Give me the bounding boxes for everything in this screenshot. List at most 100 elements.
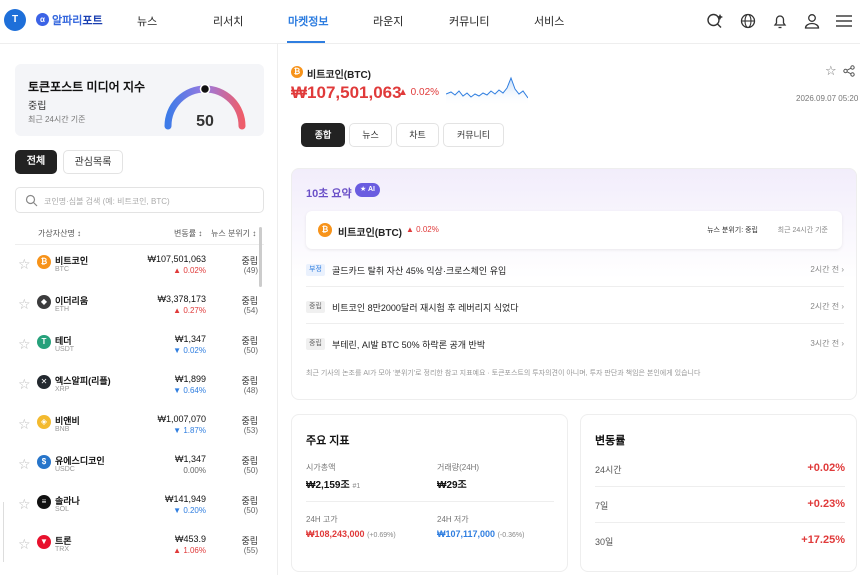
coin-change: ▲ 1.06% <box>173 546 206 555</box>
high-pct: (+0.69%) <box>367 532 396 539</box>
metrics-title: 주요 지표 <box>306 435 350 447</box>
coin-change: ▼ 0.20% <box>173 506 206 515</box>
volatility-row: 24시간 +0.02% <box>595 451 845 487</box>
coin-change: ▼ 0.64% <box>173 386 206 395</box>
coin-change: ▼ 1.87% <box>173 426 206 435</box>
coin-sidebar: 토큰포스트 미디어 지수 중립 최근 24시간 기준 50 전체 관심목록 코인… <box>0 44 278 575</box>
price-sparkline <box>446 76 528 106</box>
watch-star-icon[interactable]: ☆ <box>18 416 31 433</box>
media-index-status: 중립 <box>28 101 47 112</box>
coin-price: ₩107,501,063 <box>147 254 206 264</box>
globe-icon[interactable] <box>738 11 758 31</box>
col-asset[interactable]: 가상자산명 ↕ <box>38 228 81 239</box>
ai-updated: 최근 24시간 기준 <box>777 227 828 234</box>
star-icon[interactable]: ☆ <box>825 63 837 79</box>
news-item[interactable]: 부정 골드카드 탈취 자산 45% 익상·크로스체인 유입 2시간 전 › <box>306 253 844 287</box>
search-icon <box>25 194 38 207</box>
alpha-report-link[interactable]: 알파리포트 <box>52 12 103 28</box>
key-metrics-panel: 주요 지표 시가총액 ₩2,159조 #1 거래량(24H) ₩29조 24H … <box>291 414 568 572</box>
news-tag: 중립 <box>306 338 325 350</box>
coin-row[interactable]: ☆ ✕ 엑스알피(리플) XRP ₩1,899 ▼ 0.64% 중립 (48) <box>0 367 270 407</box>
coin-icon: ✕ <box>37 375 51 389</box>
coin-symbol: TRX <box>55 546 69 553</box>
nav-market[interactable]: 마켓정보 <box>288 13 328 29</box>
volatility-value: +0.23% <box>807 498 845 510</box>
search-ai-icon[interactable] <box>705 11 725 31</box>
volatility-period: 7일 <box>595 501 609 511</box>
watch-star-icon[interactable]: ☆ <box>18 376 31 393</box>
news-tag: 중립 <box>306 301 325 313</box>
tab-all[interactable]: 전체 <box>15 150 57 174</box>
gauge-needle-dot <box>199 83 211 95</box>
coin-price: ₩1,347 <box>174 334 206 344</box>
coin-row[interactable]: ☆ ◆ 이더리움 ETH ₩3,378,173 ▲ 0.27% 중립 (54) <box>0 287 270 327</box>
coin-symbol: XRP <box>55 386 70 393</box>
ai-coin-change: ▲ 0.02% <box>406 225 439 234</box>
coin-row[interactable]: ☆ ₿ 비트코인 BTC ₩107,501,063 ▲ 0.02% 중립 (49) <box>0 247 270 287</box>
watch-star-icon[interactable]: ☆ <box>18 536 31 553</box>
nav-service[interactable]: 서비스 <box>534 13 564 29</box>
user-icon[interactable] <box>802 11 822 31</box>
ai-sentiment: 뉴스 분위기: 중립 <box>707 227 758 234</box>
volatility-row: 30일 +17.25% <box>595 523 845 559</box>
news-tag: 부정 <box>306 264 325 276</box>
coin-news-count: (53) <box>243 426 258 435</box>
coin-change: ▲ 0.02% <box>173 266 206 275</box>
nav-research[interactable]: 리서치 <box>213 13 243 29</box>
mcap-value: ₩2,159조 #1 <box>306 476 360 491</box>
watch-star-icon[interactable]: ☆ <box>18 256 31 273</box>
coin-row[interactable]: ☆ ▼ 트론 TRX ₩453.9 ▲ 1.06% 중립 (55) <box>0 527 270 567</box>
tab-community[interactable]: 커뮤니티 <box>443 123 504 147</box>
coin-row[interactable]: ☆ $ 유에스디코인 USDC ₩1,347 0.00% 중립 (50) <box>0 447 270 487</box>
mcap-label: 시가총액 <box>306 463 336 472</box>
news-time: 2시간 전 › <box>810 265 844 274</box>
menu-icon[interactable] <box>834 11 854 31</box>
coin-row[interactable]: ☆ ≡ 솔라나 SOL ₩141,949 ▼ 0.20% 중립 (50) <box>0 487 270 527</box>
coin-icon: ₿ <box>37 255 51 269</box>
coin-row[interactable]: ☆ T 테더 USDT ₩1,347 ▼ 0.02% 중립 (50) <box>0 327 270 367</box>
nav-news[interactable]: 뉴스 <box>137 13 157 29</box>
coin-price: ₩1,007,070 <box>157 414 206 424</box>
ai-summary-panel: 10초 요약 ★ AI ₿ 비트코인(BTC) ▲ 0.02% 뉴스 분위기: … <box>291 168 857 400</box>
media-index-card[interactable]: 토큰포스트 미디어 지수 중립 최근 24시간 기준 50 <box>15 64 264 136</box>
share-icon[interactable] <box>843 65 855 77</box>
coin-news-count: (49) <box>243 266 258 275</box>
top-nav-bar: T α 알파리포트 뉴스 리서치 마켓정보 라운지 커뮤니티 서비스 <box>0 0 860 44</box>
tab-overview[interactable]: 종합 <box>301 123 345 147</box>
news-headline: 골드카드 탈취 자산 45% 익상·크로스체인 유입 <box>332 266 507 276</box>
logo[interactable]: T <box>4 9 26 31</box>
col-change[interactable]: 변동률 ↕ <box>174 228 202 239</box>
coin-change: 0.00% <box>183 466 206 475</box>
volatility-value: +0.02% <box>807 462 845 474</box>
col-sentiment[interactable]: 뉴스 분위기 ↕ <box>211 228 256 239</box>
low-pct: (-0.36%) <box>497 532 525 539</box>
coin-price: ₩3,378,173 <box>157 294 206 304</box>
news-headline: 비트코인 8만2000달러 재시험 후 레버리지 식었다 <box>332 303 519 313</box>
news-headline: 부테린, AI발 BTC 50% 하락론 공개 반박 <box>332 340 486 350</box>
price-timestamp: 2026.09.07 05:20 <box>796 94 859 103</box>
bell-icon[interactable] <box>770 11 790 31</box>
coin-news-count: (48) <box>243 386 258 395</box>
coin-change: ▲ 0.27% <box>173 306 206 315</box>
nav-community[interactable]: 커뮤니티 <box>449 13 489 29</box>
watch-star-icon[interactable]: ☆ <box>18 456 31 473</box>
bitcoin-icon: ₿ <box>318 223 332 237</box>
coin-symbol: USDT <box>55 346 75 353</box>
watch-star-icon[interactable]: ☆ <box>18 496 31 513</box>
low-label: 24H 저가 <box>437 515 469 524</box>
coin-price: ₩453.9 <box>174 534 206 544</box>
media-index-title: 토큰포스트 미디어 지수 <box>28 80 146 94</box>
watch-star-icon[interactable]: ☆ <box>18 296 31 313</box>
news-item[interactable]: 중립 부테린, AI발 BTC 50% 하락론 공개 반박 3시간 전 › <box>306 327 844 361</box>
tab-watchlist[interactable]: 관심목록 <box>63 150 123 174</box>
coin-row[interactable]: ☆ ◈ 비앤비 BNB ₩1,007,070 ▼ 1.87% 중립 (53) <box>0 407 270 447</box>
coin-search-input[interactable]: 코인명·심볼 검색 (예: 비트코인, BTC) <box>15 187 264 213</box>
ai-summary-title: 10초 요약 <box>306 188 352 200</box>
coin-price: ₩1,347 <box>174 454 206 464</box>
tab-news[interactable]: 뉴스 <box>349 123 392 147</box>
tab-chart[interactable]: 차트 <box>396 123 439 147</box>
news-item[interactable]: 중립 비트코인 8만2000달러 재시험 후 레버리지 식었다 2시간 전 › <box>306 290 844 324</box>
watch-star-icon[interactable]: ☆ <box>18 336 31 353</box>
coin-change: ▼ 0.02% <box>173 346 206 355</box>
nav-lounge[interactable]: 라운지 <box>373 13 403 29</box>
